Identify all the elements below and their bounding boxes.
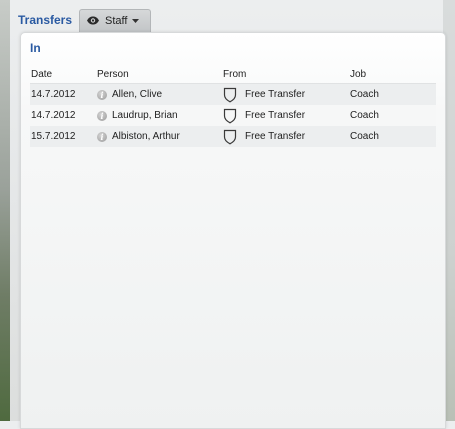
transfers-panel: In Date Person From Job 14.7.2012 i Alle… [20,32,446,429]
table-row[interactable]: 15.7.2012 i Albiston, Arthur Free Transf… [30,126,436,147]
cell-date: 14.7.2012 [31,89,76,100]
staff-view-dropdown[interactable]: Staff [79,8,152,32]
header: Transfers Staff [10,8,152,32]
shield-crest-icon [223,87,237,102]
person-link[interactable]: Laudrup, Brian [112,110,178,121]
cell-person: i Laudrup, Brian [97,110,223,121]
column-header-job[interactable]: Job [350,69,430,80]
transfers-table: Date Person From Job 14.7.2012 i Allen, … [30,67,436,147]
cell-job: Coach [350,89,379,100]
cell-job: Coach [350,110,379,121]
cell-person: i Albiston, Arthur [97,131,223,142]
cell-from: Free Transfer [223,108,350,124]
info-icon[interactable]: i [97,110,107,121]
info-icon[interactable]: i [97,131,107,142]
table-row[interactable]: 14.7.2012 i Allen, Clive Free Transfer C… [30,84,436,105]
column-header-person[interactable]: Person [97,69,223,80]
staff-label: Staff [105,14,128,27]
person-link[interactable]: Albiston, Arthur [112,131,180,142]
section-title-in: In [30,41,41,55]
from-club: Free Transfer [245,89,306,100]
column-header-from[interactable]: From [223,69,350,80]
cell-from: Free Transfer [223,87,350,103]
table-row[interactable]: 14.7.2012 i Laudrup, Brian Free Transfer… [30,105,436,126]
cell-date: 15.7.2012 [31,131,76,142]
cell-date: 14.7.2012 [31,110,76,121]
eye-icon [87,16,100,25]
from-club: Free Transfer [245,110,306,121]
caret-down-icon [132,18,140,23]
info-icon[interactable]: i [97,89,107,100]
column-header-date[interactable]: Date [30,69,97,80]
table-header: Date Person From Job [30,67,436,84]
cell-person: i Allen, Clive [97,89,223,100]
person-link[interactable]: Allen, Clive [112,89,162,100]
page-title[interactable]: Transfers [18,13,72,27]
cell-from: Free Transfer [223,129,350,145]
background-left [0,0,10,421]
shield-crest-icon [223,129,237,144]
from-club: Free Transfer [245,131,306,142]
shield-crest-icon [223,108,237,123]
cell-job: Coach [350,131,379,142]
